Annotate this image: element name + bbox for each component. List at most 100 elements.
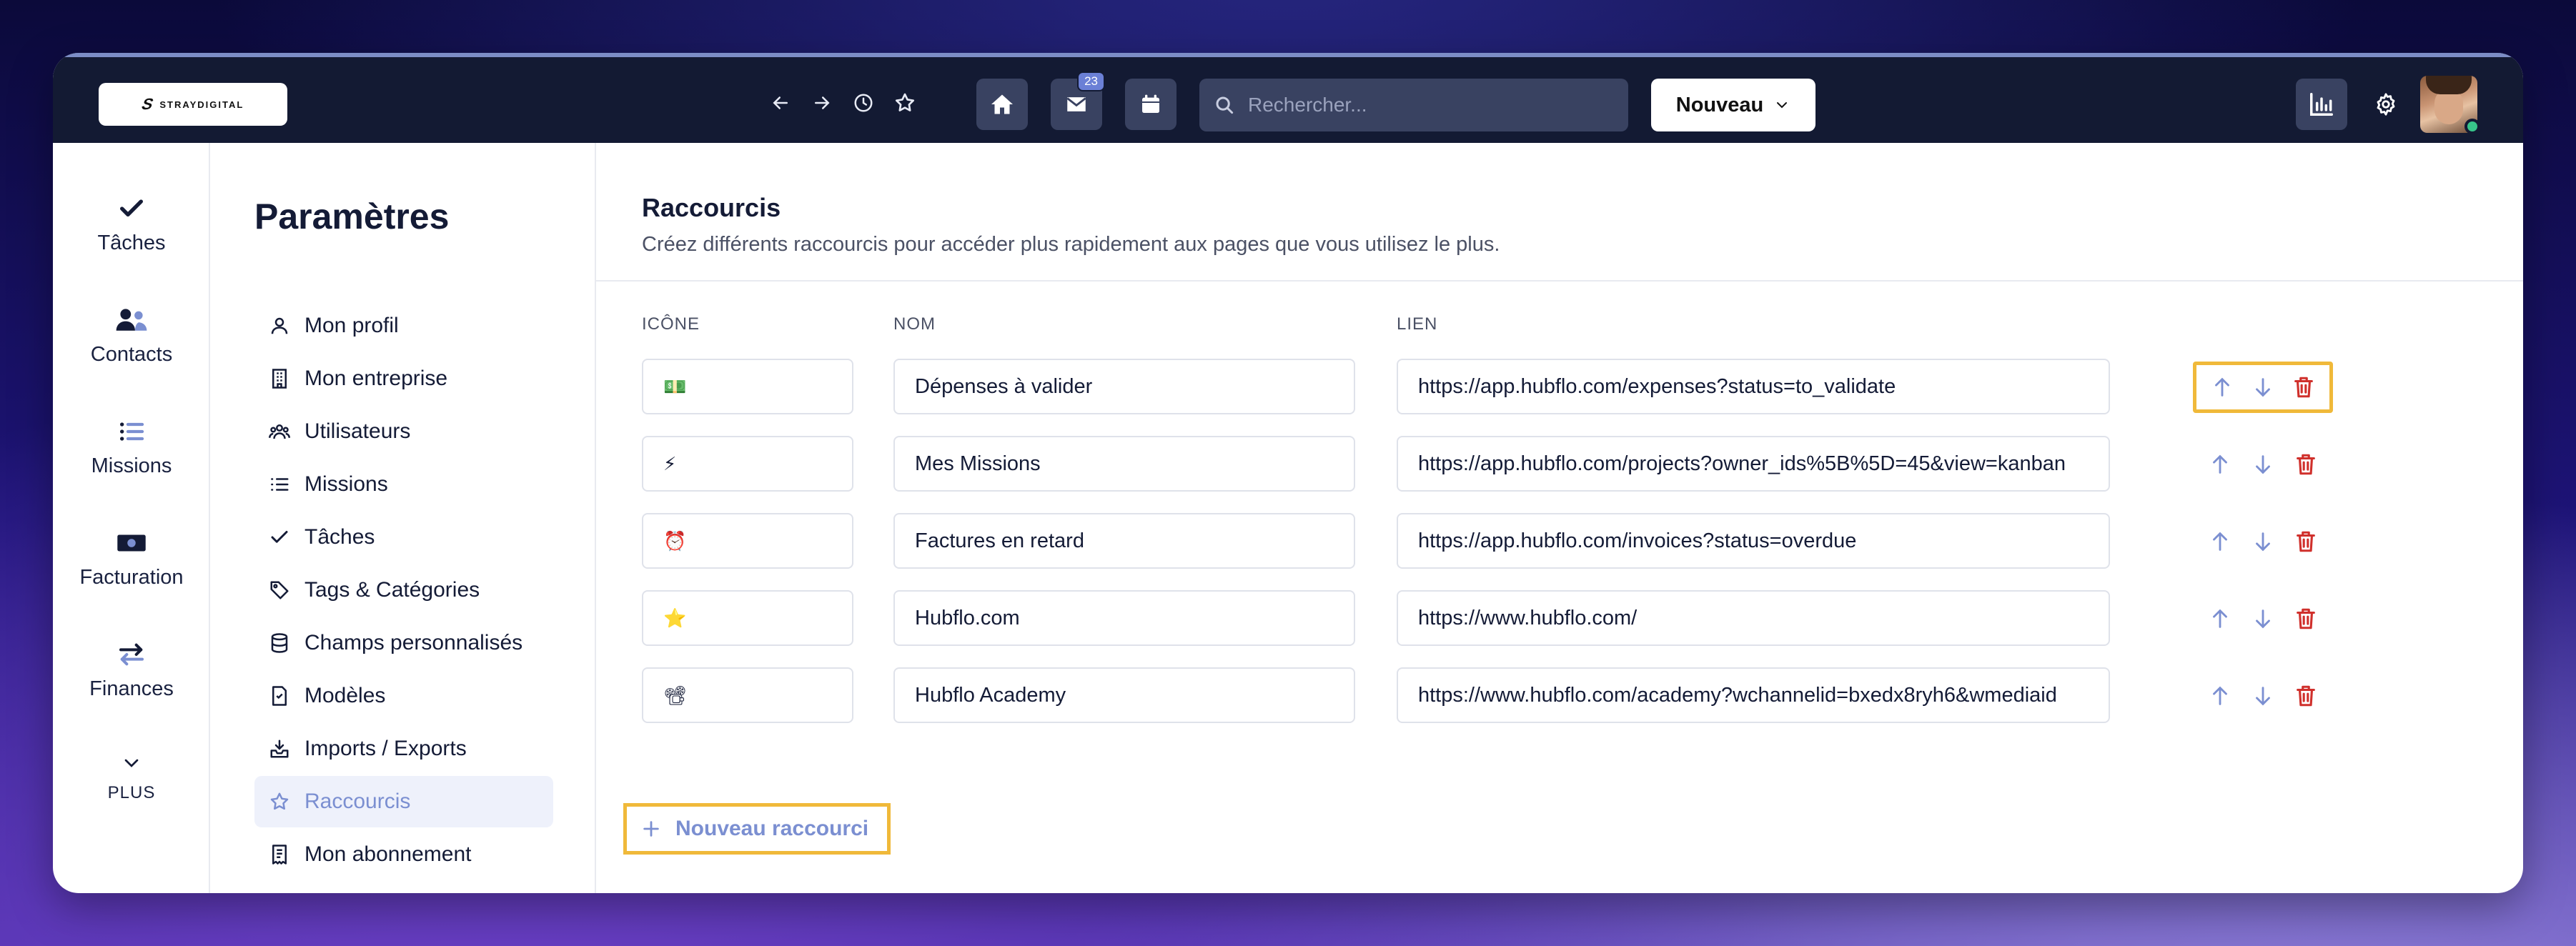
- row-actions: [2193, 362, 2333, 413]
- settings-item-utilisateurs[interactable]: Utilisateurs: [254, 406, 553, 457]
- section-divider: [596, 280, 2523, 282]
- delete-trash-icon[interactable]: [2292, 527, 2320, 556]
- shortcut-icon-field[interactable]: ⚡: [642, 436, 853, 492]
- move-down-arrow-icon[interactable]: [2249, 682, 2277, 710]
- database-icon: [271, 633, 288, 653]
- delete-trash-icon[interactable]: [2289, 373, 2318, 402]
- move-up-arrow-icon[interactable]: [2206, 450, 2234, 479]
- document-icon: [272, 686, 287, 706]
- row-actions: [2193, 593, 2333, 644]
- settings-item-label: Tâches: [304, 525, 375, 549]
- rail-item-taches[interactable]: Tâches: [53, 194, 210, 255]
- calendar-button[interactable]: [1125, 79, 1176, 130]
- settings-item-label: Utilisateurs: [304, 419, 411, 443]
- settings-item-label: Mon profil: [304, 314, 399, 337]
- users-icon: [269, 424, 290, 439]
- delete-trash-icon[interactable]: [2292, 450, 2320, 479]
- move-up-arrow-icon[interactable]: [2206, 527, 2234, 556]
- settings-item-mon-entreprise[interactable]: Mon entreprise: [254, 353, 553, 404]
- avatar-hair: [2426, 76, 2472, 94]
- rail-item-plus[interactable]: PLUS: [53, 752, 210, 803]
- shortcut-name-field[interactable]: Hubflo Academy: [893, 667, 1355, 723]
- list-icon: [271, 478, 289, 491]
- settings-item-raccourcis[interactable]: Raccourcis: [254, 776, 553, 827]
- mail-icon: [1066, 97, 1086, 111]
- settings-item-missions[interactable]: Missions: [254, 459, 553, 510]
- receipt-icon: [272, 845, 287, 865]
- shortcut-icon-field[interactable]: 📽: [642, 667, 853, 723]
- shortcuts-panel: Raccourcis Créez différents raccourcis p…: [596, 143, 2523, 893]
- move-up-arrow-icon[interactable]: [2206, 682, 2234, 710]
- shortcut-link-field[interactable]: https://www.hubflo.com/academy?wchanneli…: [1397, 667, 2110, 723]
- back-arrow-icon[interactable]: [768, 86, 793, 120]
- reports-button[interactable]: [2296, 79, 2347, 130]
- shortcut-link-field[interactable]: https://app.hubflo.com/invoices?status=o…: [1397, 513, 2110, 569]
- settings-item-taches[interactable]: Tâches: [254, 512, 553, 563]
- settings-item-imports[interactable]: Imports / Exports: [254, 723, 553, 775]
- logo[interactable]: S STRAYDIGITAL: [99, 83, 287, 126]
- chevron-down-icon: [1777, 102, 1788, 109]
- mail-button[interactable]: 23: [1051, 71, 1105, 130]
- shortcut-link-field[interactable]: https://www.hubflo.com/: [1397, 590, 2110, 646]
- shortcut-row: 📽 Hubflo Academy https://www.hubflo.com/…: [642, 667, 2315, 725]
- check-icon: [120, 199, 143, 216]
- row-actions: [2193, 439, 2333, 490]
- search-input[interactable]: [1248, 94, 1605, 116]
- rail-item-contacts[interactable]: Contacts: [53, 306, 210, 367]
- user-icon: [271, 317, 288, 334]
- settings-item-tags[interactable]: Tags & Catégories: [254, 564, 553, 616]
- shortcut-icon-field[interactable]: ⭐: [642, 590, 853, 646]
- settings-item-mon-profil[interactable]: Mon profil: [254, 300, 553, 352]
- shortcut-link-field[interactable]: https://app.hubflo.com/projects?owner_id…: [1397, 436, 2110, 492]
- home-button[interactable]: [976, 79, 1028, 130]
- forward-arrow-icon[interactable]: [809, 86, 835, 120]
- section-description: Créez différents raccourcis pour accéder…: [642, 233, 1500, 256]
- check-icon: [271, 531, 288, 543]
- shortcut-name-field[interactable]: Dépenses à valider: [893, 359, 1355, 414]
- settings-item-champs[interactable]: Champs personnalisés: [254, 617, 553, 669]
- rail-item-missions[interactable]: Missions: [53, 417, 210, 478]
- settings-item-label: Modèles: [304, 684, 386, 707]
- rail-item-facturation[interactable]: Facturation: [53, 529, 210, 589]
- rail-item-finances[interactable]: Finances: [53, 640, 210, 701]
- main-nav-rail: Tâches Contacts Missions Facturation Fin…: [53, 143, 210, 893]
- delete-trash-icon[interactable]: [2292, 604, 2320, 633]
- move-up-arrow-icon[interactable]: [2206, 604, 2234, 633]
- move-up-arrow-icon[interactable]: [2208, 373, 2236, 402]
- settings-item-label: Imports / Exports: [304, 737, 467, 760]
- rail-label: Missions: [91, 454, 172, 477]
- calendar-icon: [1142, 94, 1159, 113]
- move-down-arrow-icon[interactable]: [2249, 527, 2277, 556]
- new-button[interactable]: Nouveau: [1651, 79, 1815, 131]
- shortcut-icon-field[interactable]: ⏰: [642, 513, 853, 569]
- move-down-arrow-icon[interactable]: [2249, 604, 2277, 633]
- favorite-star-icon[interactable]: [892, 86, 918, 120]
- chevron-down-icon: [124, 759, 139, 767]
- shortcut-name-field[interactable]: Hubflo.com: [893, 590, 1355, 646]
- rail-label: Facturation: [79, 566, 184, 589]
- home-icon: [991, 94, 1013, 114]
- shortcut-icon-field[interactable]: 💵: [642, 359, 853, 414]
- new-button-label: Nouveau: [1675, 93, 1764, 116]
- column-header-link: LIEN: [1397, 314, 1438, 334]
- shortcut-name-field[interactable]: Factures en retard: [893, 513, 1355, 569]
- shortcut-name-field[interactable]: Mes Missions: [893, 436, 1355, 492]
- search-bar[interactable]: [1199, 79, 1628, 131]
- history-nav: [768, 86, 918, 120]
- shortcut-link-field[interactable]: https://app.hubflo.com/expenses?status=t…: [1397, 359, 2110, 414]
- settings-item-abonnement[interactable]: Mon abonnement: [254, 829, 553, 880]
- move-down-arrow-icon[interactable]: [2249, 373, 2277, 402]
- building-icon: [272, 369, 287, 389]
- mail-count-badge: 23: [1077, 71, 1105, 91]
- settings-item-modeles[interactable]: Modèles: [254, 670, 553, 722]
- shortcut-row: 💵 Dépenses à valider https://app.hubflo.…: [642, 359, 2333, 416]
- settings-item-label: Champs personnalisés: [304, 631, 523, 654]
- history-clock-icon[interactable]: [851, 86, 876, 120]
- settings-gear-icon[interactable]: [2369, 87, 2403, 121]
- delete-trash-icon[interactable]: [2292, 682, 2320, 710]
- move-down-arrow-icon[interactable]: [2249, 450, 2277, 479]
- add-shortcut-button[interactable]: Nouveau raccourci: [623, 803, 891, 855]
- logo-text: STRAYDIGITAL: [159, 99, 244, 110]
- settings-item-label: Raccourcis: [304, 790, 411, 813]
- settings-item-label: Mon entreprise: [304, 367, 448, 390]
